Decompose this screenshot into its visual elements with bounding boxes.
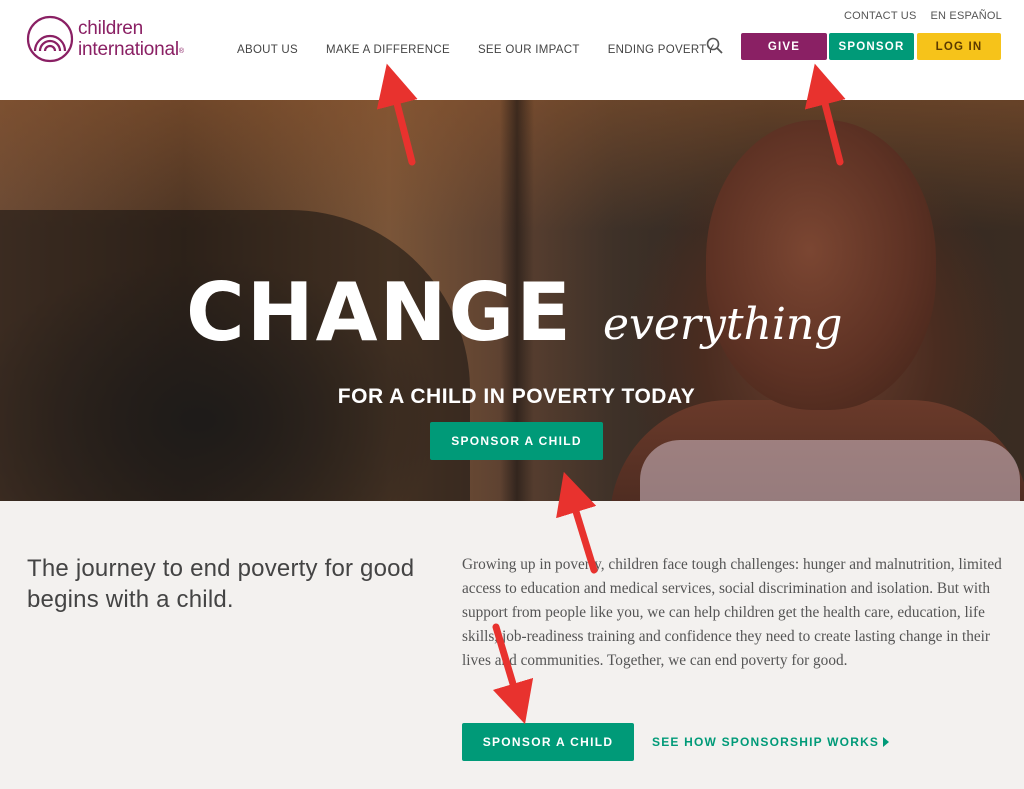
intro-body: Growing up in poverty, children face tou… [462, 556, 1002, 669]
hero-title-change: CHANGE [186, 266, 573, 359]
main-nav: ABOUT US MAKE A DIFFERENCE SEE OUR IMPAC… [237, 44, 743, 56]
registered-mark: ® [178, 48, 184, 55]
logo-rings-icon [26, 15, 74, 63]
site-header: children international® CONTACT US EN ES… [0, 0, 1024, 100]
hero-child-image [706, 120, 936, 410]
nav-ending-poverty[interactable]: ENDING POVERTY [608, 44, 715, 56]
contact-us-link[interactable]: CONTACT US [844, 10, 917, 22]
search-icon[interactable] [705, 36, 725, 56]
intro-sponsor-a-child-button[interactable]: SPONSOR A CHILD [462, 723, 634, 761]
logo-text-line2: international [78, 39, 179, 60]
hero-child-dress [640, 440, 1020, 501]
en-espanol-link[interactable]: EN ESPAÑOL [931, 10, 1003, 22]
hero-sponsor-a-child-button[interactable]: SPONSOR A CHILD [430, 422, 603, 460]
nav-about-us[interactable]: ABOUT US [237, 44, 298, 56]
nav-see-our-impact[interactable]: SEE OUR IMPACT [478, 44, 580, 56]
utility-links: CONTACT US EN ESPAÑOL [844, 10, 1002, 22]
login-button[interactable]: LOG IN [917, 33, 1001, 60]
intro-section: The journey to end poverty for good begi… [0, 501, 1024, 789]
hero-subtitle: FOR A CHILD IN POVERTY TODAY [337, 385, 696, 408]
sponsor-button[interactable]: SPONSOR [829, 33, 914, 60]
logo-text-line1: children [78, 18, 143, 39]
see-how-link-label: SEE HOW SPONSORSHIP WORKS [652, 735, 880, 749]
intro-tagline: The journey to end poverty for good begi… [27, 555, 415, 613]
hero-banner: CHANGE everything FOR A CHILD IN POVERTY… [0, 100, 1024, 501]
give-button[interactable]: GIVE [741, 33, 827, 60]
nav-make-a-difference[interactable]: MAKE A DIFFERENCE [326, 44, 450, 56]
hero-title-everything: everything [603, 299, 843, 350]
see-how-sponsorship-works-link[interactable]: SEE HOW SPONSORSHIP WORKS [652, 735, 890, 749]
logo[interactable]: children international® [26, 14, 201, 66]
caret-right-icon [883, 737, 890, 747]
